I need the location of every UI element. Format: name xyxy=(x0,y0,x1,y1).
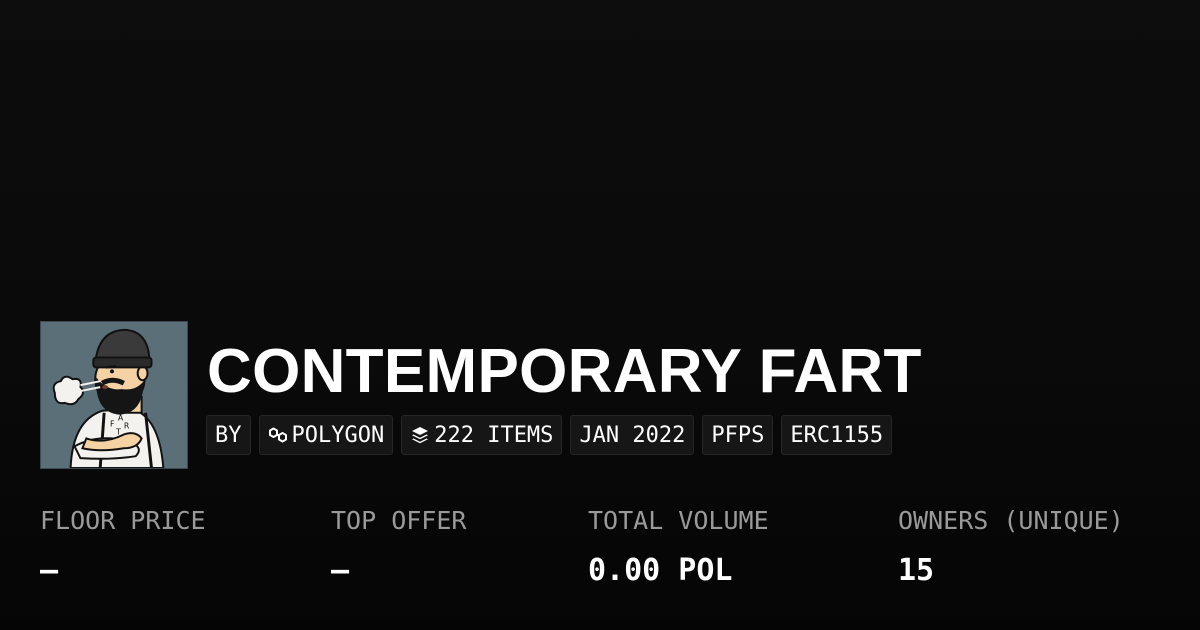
total-volume-stat: TOTAL VOLUME 0.00 POL xyxy=(588,503,769,589)
floor-price-value: – xyxy=(40,553,59,588)
token-standard-label: ERC1155 xyxy=(790,422,884,448)
by-label: BY xyxy=(215,422,242,448)
items-tag[interactable]: 222 ITEMS xyxy=(401,415,563,455)
top-offer-label: TOP OFFER xyxy=(331,506,467,535)
collection-tags: BY POLYGON 222 ITEMS JAN 2022 PFPS ERC11… xyxy=(206,415,893,455)
creator-tag[interactable]: BY xyxy=(206,415,251,455)
owners-stat: OWNERS (UNIQUE) 15 xyxy=(898,503,1124,589)
shirt-letter: F xyxy=(110,420,115,429)
total-volume-value: 0.00 POL xyxy=(588,553,733,588)
layers-stack-icon xyxy=(410,425,430,445)
bearded-man-avatar-icon: F A R T xyxy=(41,322,187,468)
collection-title: CONTEMPORARY FART xyxy=(207,337,922,406)
floor-price-label: FLOOR PRICE xyxy=(40,506,206,535)
items-label: 222 ITEMS xyxy=(434,422,554,448)
shirt-letter: R xyxy=(124,422,130,431)
date-tag: JAN 2022 xyxy=(570,415,695,455)
floor-price-stat: FLOOR PRICE – xyxy=(40,503,206,589)
top-offer-value: – xyxy=(331,553,350,588)
top-offer-stat: TOP OFFER – xyxy=(331,503,466,589)
chain-label: POLYGON xyxy=(291,422,385,448)
category-label: PFPS xyxy=(711,422,765,448)
category-tag[interactable]: PFPS xyxy=(702,415,774,455)
token-standard-tag: ERC1155 xyxy=(781,415,893,455)
shirt-letter: T xyxy=(115,427,121,436)
total-volume-label: TOTAL VOLUME xyxy=(588,506,769,535)
owners-label: OWNERS (UNIQUE) xyxy=(898,506,1124,535)
polygon-chain-icon xyxy=(268,425,288,445)
owners-value: 15 xyxy=(898,553,935,588)
chain-tag[interactable]: POLYGON xyxy=(258,415,394,455)
date-label: JAN 2022 xyxy=(579,422,686,448)
collection-thumbnail: F A R T xyxy=(40,321,188,469)
